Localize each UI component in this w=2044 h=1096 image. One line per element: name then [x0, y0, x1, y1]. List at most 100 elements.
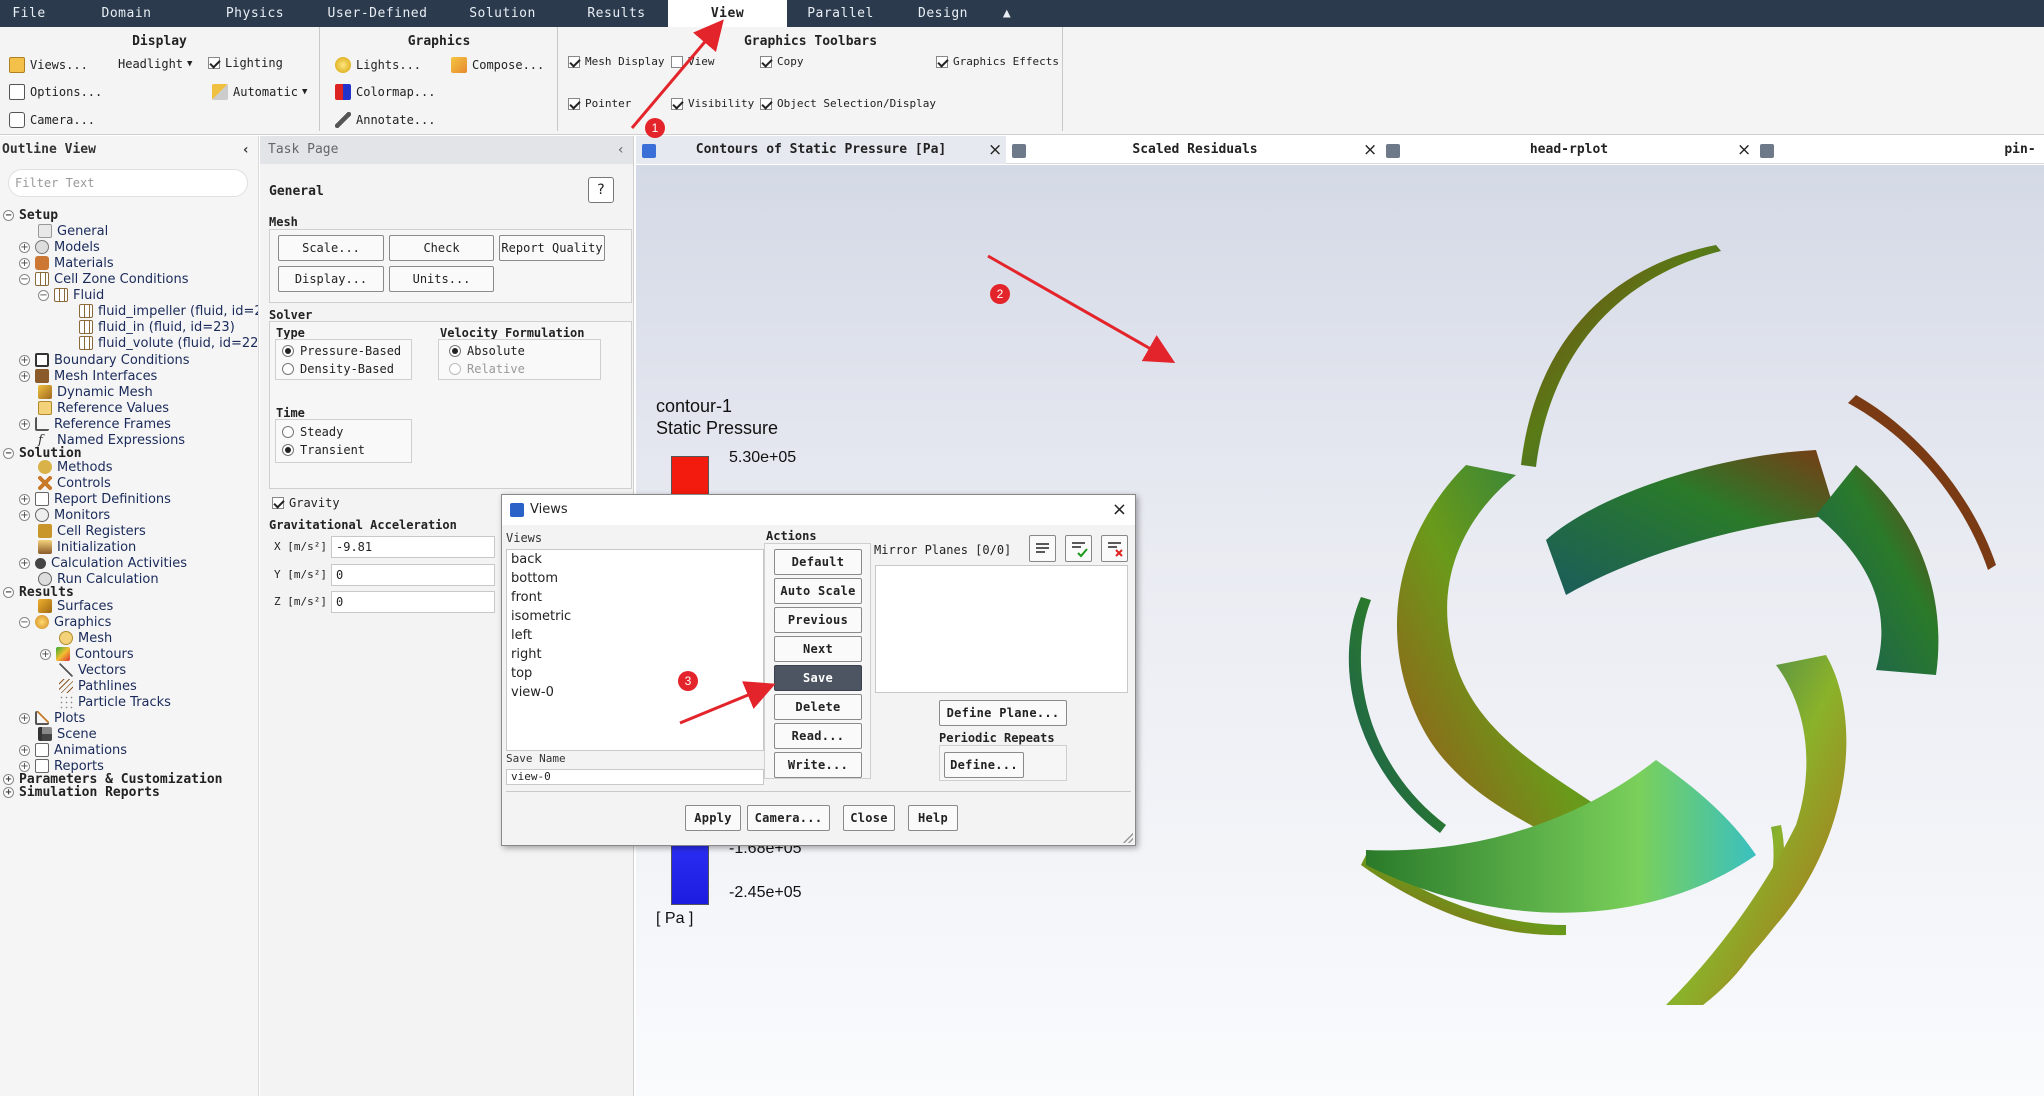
- expand-icon[interactable]: +: [19, 509, 30, 521]
- x-accel-input[interactable]: -9.81: [331, 536, 495, 558]
- visibility-checkbox[interactable]: Visibility: [671, 97, 754, 110]
- list-item[interactable]: back: [507, 550, 763, 569]
- graphics-effects-checkbox[interactable]: Graphics Effects: [936, 55, 1059, 68]
- options-button[interactable]: Options...: [9, 84, 102, 100]
- close-icon[interactable]: ×: [1112, 495, 1127, 525]
- object-selection-checkbox[interactable]: Object Selection/Display: [760, 97, 936, 110]
- z-accel-input[interactable]: 0: [331, 591, 495, 613]
- auto-scale-button[interactable]: Auto Scale: [774, 578, 862, 604]
- expand-icon[interactable]: +: [3, 786, 14, 798]
- lights-button[interactable]: Lights...: [335, 57, 421, 73]
- expand-icon[interactable]: +: [19, 493, 30, 505]
- list-item[interactable]: front: [507, 588, 763, 607]
- select-all-icon[interactable]: [1029, 535, 1056, 562]
- save-name-input[interactable]: view-0: [506, 769, 764, 785]
- collapse-icon[interactable]: −: [3, 447, 14, 459]
- list-item[interactable]: right: [507, 645, 763, 664]
- close-icon[interactable]: ×: [1363, 136, 1377, 164]
- views-button[interactable]: Views...: [9, 57, 88, 73]
- default-button[interactable]: Default: [774, 549, 862, 575]
- display-button[interactable]: Display...: [278, 266, 384, 292]
- chevron-left-icon[interactable]: ‹: [617, 136, 625, 164]
- clear-all-icon[interactable]: [1101, 535, 1128, 562]
- collapse-icon[interactable]: −: [38, 289, 49, 301]
- check-button[interactable]: Check: [389, 235, 494, 261]
- steady-radio[interactable]: Steady: [282, 425, 343, 439]
- menu-design[interactable]: Design: [894, 0, 992, 27]
- collapse-icon[interactable]: −: [3, 586, 14, 598]
- pointer-checkbox[interactable]: Pointer: [568, 97, 631, 110]
- expand-icon[interactable]: +: [19, 418, 30, 430]
- help-button[interactable]: Help: [908, 805, 958, 831]
- apply-button[interactable]: Apply: [685, 805, 741, 831]
- next-button[interactable]: Next: [774, 636, 862, 662]
- menu-file[interactable]: File: [0, 0, 58, 27]
- close-icon[interactable]: ×: [988, 136, 1002, 164]
- tab-pin-rplot[interactable]: pin-rplot: [1756, 136, 2044, 185]
- list-item[interactable]: bottom: [507, 569, 763, 588]
- help-icon[interactable]: ?: [588, 177, 614, 203]
- headlight-dropdown[interactable]: Headlight ▼: [118, 57, 192, 71]
- previous-button[interactable]: Previous: [774, 607, 862, 633]
- list-item[interactable]: isometric: [507, 607, 763, 626]
- colormap-button[interactable]: Colormap...: [335, 84, 435, 100]
- scale-button[interactable]: Scale...: [278, 235, 384, 261]
- expand-icon[interactable]: +: [19, 370, 30, 382]
- save-button[interactable]: Save: [774, 665, 862, 691]
- annotate-button[interactable]: Annotate...: [335, 112, 435, 128]
- resize-grip-icon[interactable]: [1123, 833, 1133, 843]
- write-button[interactable]: Write...: [774, 752, 862, 778]
- views-list[interactable]: back bottom front isometric left right t…: [506, 549, 764, 751]
- menu-results[interactable]: Results: [565, 0, 668, 27]
- lighting-checkbox[interactable]: Lighting: [208, 56, 283, 70]
- expand-icon[interactable]: +: [19, 354, 30, 366]
- report-quality-button[interactable]: Report Quality: [499, 235, 605, 261]
- delete-button[interactable]: Delete: [774, 694, 862, 720]
- tab-head-rplot[interactable]: head-rplot: [1382, 136, 1756, 164]
- close-button[interactable]: Close: [843, 805, 895, 831]
- expand-icon[interactable]: +: [40, 648, 51, 660]
- list-item[interactable]: top: [507, 664, 763, 683]
- copy-checkbox[interactable]: Copy: [760, 55, 804, 68]
- camera-button[interactable]: Camera...: [747, 805, 830, 831]
- absolute-radio[interactable]: Absolute: [449, 344, 525, 358]
- collapse-icon[interactable]: −: [19, 273, 30, 285]
- compose-button[interactable]: Compose...: [451, 57, 544, 73]
- list-item[interactable]: left: [507, 626, 763, 645]
- relative-radio[interactable]: Relative: [449, 362, 525, 376]
- collapse-icon[interactable]: −: [3, 209, 14, 221]
- menu-physics[interactable]: Physics: [195, 0, 315, 27]
- menu-user-defined[interactable]: User-Defined: [315, 0, 440, 27]
- expand-icon[interactable]: +: [19, 241, 30, 253]
- density-based-radio[interactable]: Density-Based: [282, 362, 394, 376]
- list-item[interactable]: view-0: [507, 683, 763, 702]
- expand-icon[interactable]: +: [19, 712, 30, 724]
- y-accel-input[interactable]: 0: [331, 564, 495, 586]
- automatic-dropdown[interactable]: Automatic ▼: [212, 84, 307, 100]
- collapse-ribbon-icon[interactable]: ▲: [992, 0, 1022, 27]
- mesh-display-checkbox[interactable]: Mesh Display: [568, 55, 664, 68]
- define-plane-button[interactable]: Define Plane...: [939, 700, 1067, 726]
- check-all-icon[interactable]: [1065, 535, 1092, 562]
- read-button[interactable]: Read...: [774, 723, 862, 749]
- define-button[interactable]: Define...: [944, 752, 1024, 778]
- close-icon[interactable]: ×: [1737, 136, 1751, 164]
- collapse-icon[interactable]: −: [19, 616, 30, 628]
- filter-text-input[interactable]: Filter Text: [8, 169, 248, 197]
- camera-button[interactable]: Camera...: [9, 112, 95, 128]
- tree-simulation-reports[interactable]: + Simulation Reports: [3, 782, 160, 802]
- mirror-planes-list[interactable]: [875, 565, 1128, 693]
- units-button[interactable]: Units...: [389, 266, 494, 292]
- gravity-checkbox[interactable]: Gravity: [272, 496, 340, 510]
- tab-contours[interactable]: Contours of Static Pressure [Pa]: [636, 136, 1006, 164]
- transient-radio[interactable]: Transient: [282, 443, 365, 457]
- expand-icon[interactable]: +: [19, 257, 30, 269]
- expand-icon[interactable]: +: [19, 557, 30, 569]
- chevron-left-icon[interactable]: ‹: [242, 136, 250, 164]
- expand-icon[interactable]: +: [19, 744, 30, 756]
- menu-solution[interactable]: Solution: [440, 0, 565, 27]
- view-toolbar-checkbox[interactable]: View: [671, 55, 715, 68]
- menu-parallel[interactable]: Parallel: [787, 0, 894, 27]
- pressure-based-radio[interactable]: Pressure-Based: [282, 344, 401, 358]
- menu-domain[interactable]: Domain: [58, 0, 195, 27]
